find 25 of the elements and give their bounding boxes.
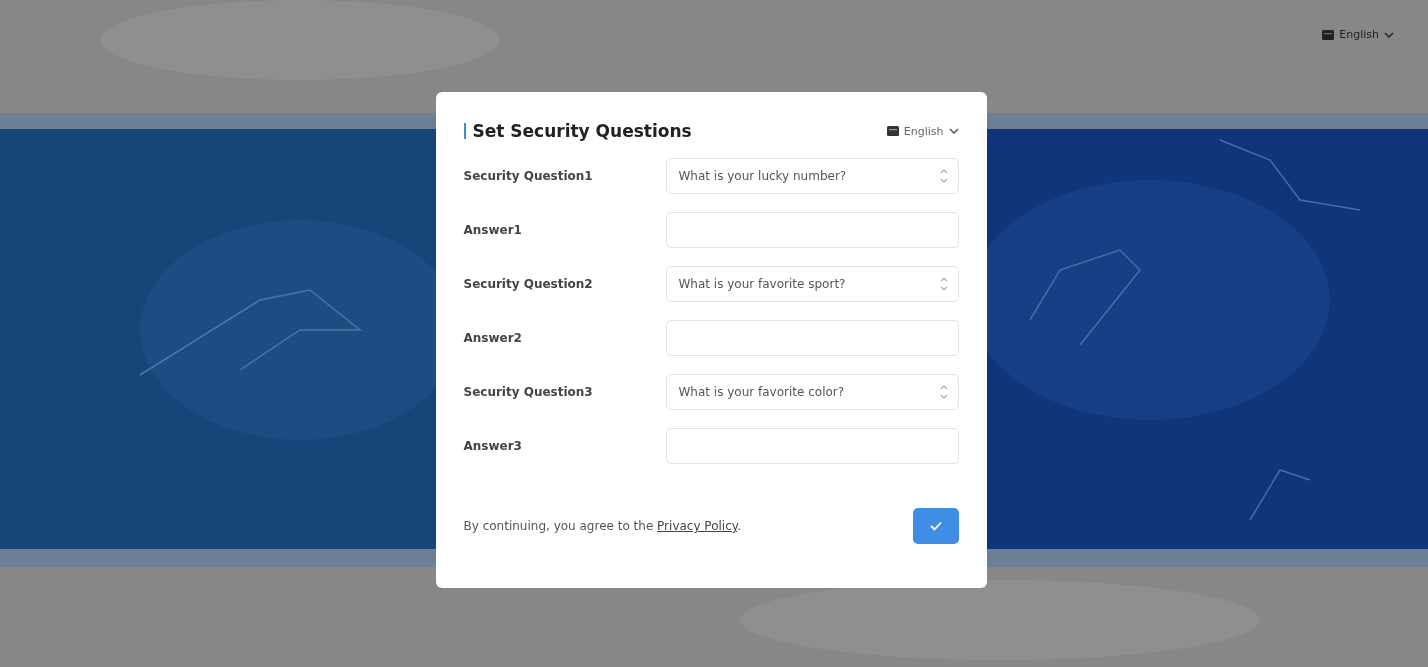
- question-select[interactable]: What is your lucky number?: [665, 158, 959, 194]
- language-icon: [886, 126, 899, 136]
- language-selector[interactable]: English: [1322, 28, 1394, 41]
- agreement-text: By continuing, you agree to the Privacy Policy.: [463, 519, 741, 533]
- field-label: Answer2: [463, 331, 523, 345]
- answer-field[interactable]: [665, 320, 959, 356]
- field-label: Security Question1: [463, 169, 594, 183]
- language-selector[interactable]: English: [886, 124, 959, 138]
- up-down-icon: [939, 384, 948, 400]
- question-select[interactable]: What is your favorite color?: [665, 374, 959, 410]
- chevron-down-icon: [948, 128, 959, 134]
- confirm-button[interactable]: [912, 508, 959, 544]
- answer-field[interactable]: [665, 428, 959, 464]
- dialog-title: Set Security Questions: [463, 123, 692, 139]
- answer-field[interactable]: [665, 212, 959, 248]
- up-down-icon: [939, 276, 948, 292]
- up-down-icon: [939, 168, 948, 184]
- question-select[interactable]: What is your favorite sport?: [665, 266, 959, 302]
- field-label: Security Question3: [463, 385, 594, 399]
- checkmark-icon: [929, 521, 942, 531]
- field-label: Answer3: [463, 439, 523, 453]
- field-label: Answer1: [463, 223, 523, 237]
- language-icon: [1322, 29, 1335, 40]
- chevron-down-icon: [1384, 31, 1394, 38]
- field-label: Security Question2: [463, 277, 594, 291]
